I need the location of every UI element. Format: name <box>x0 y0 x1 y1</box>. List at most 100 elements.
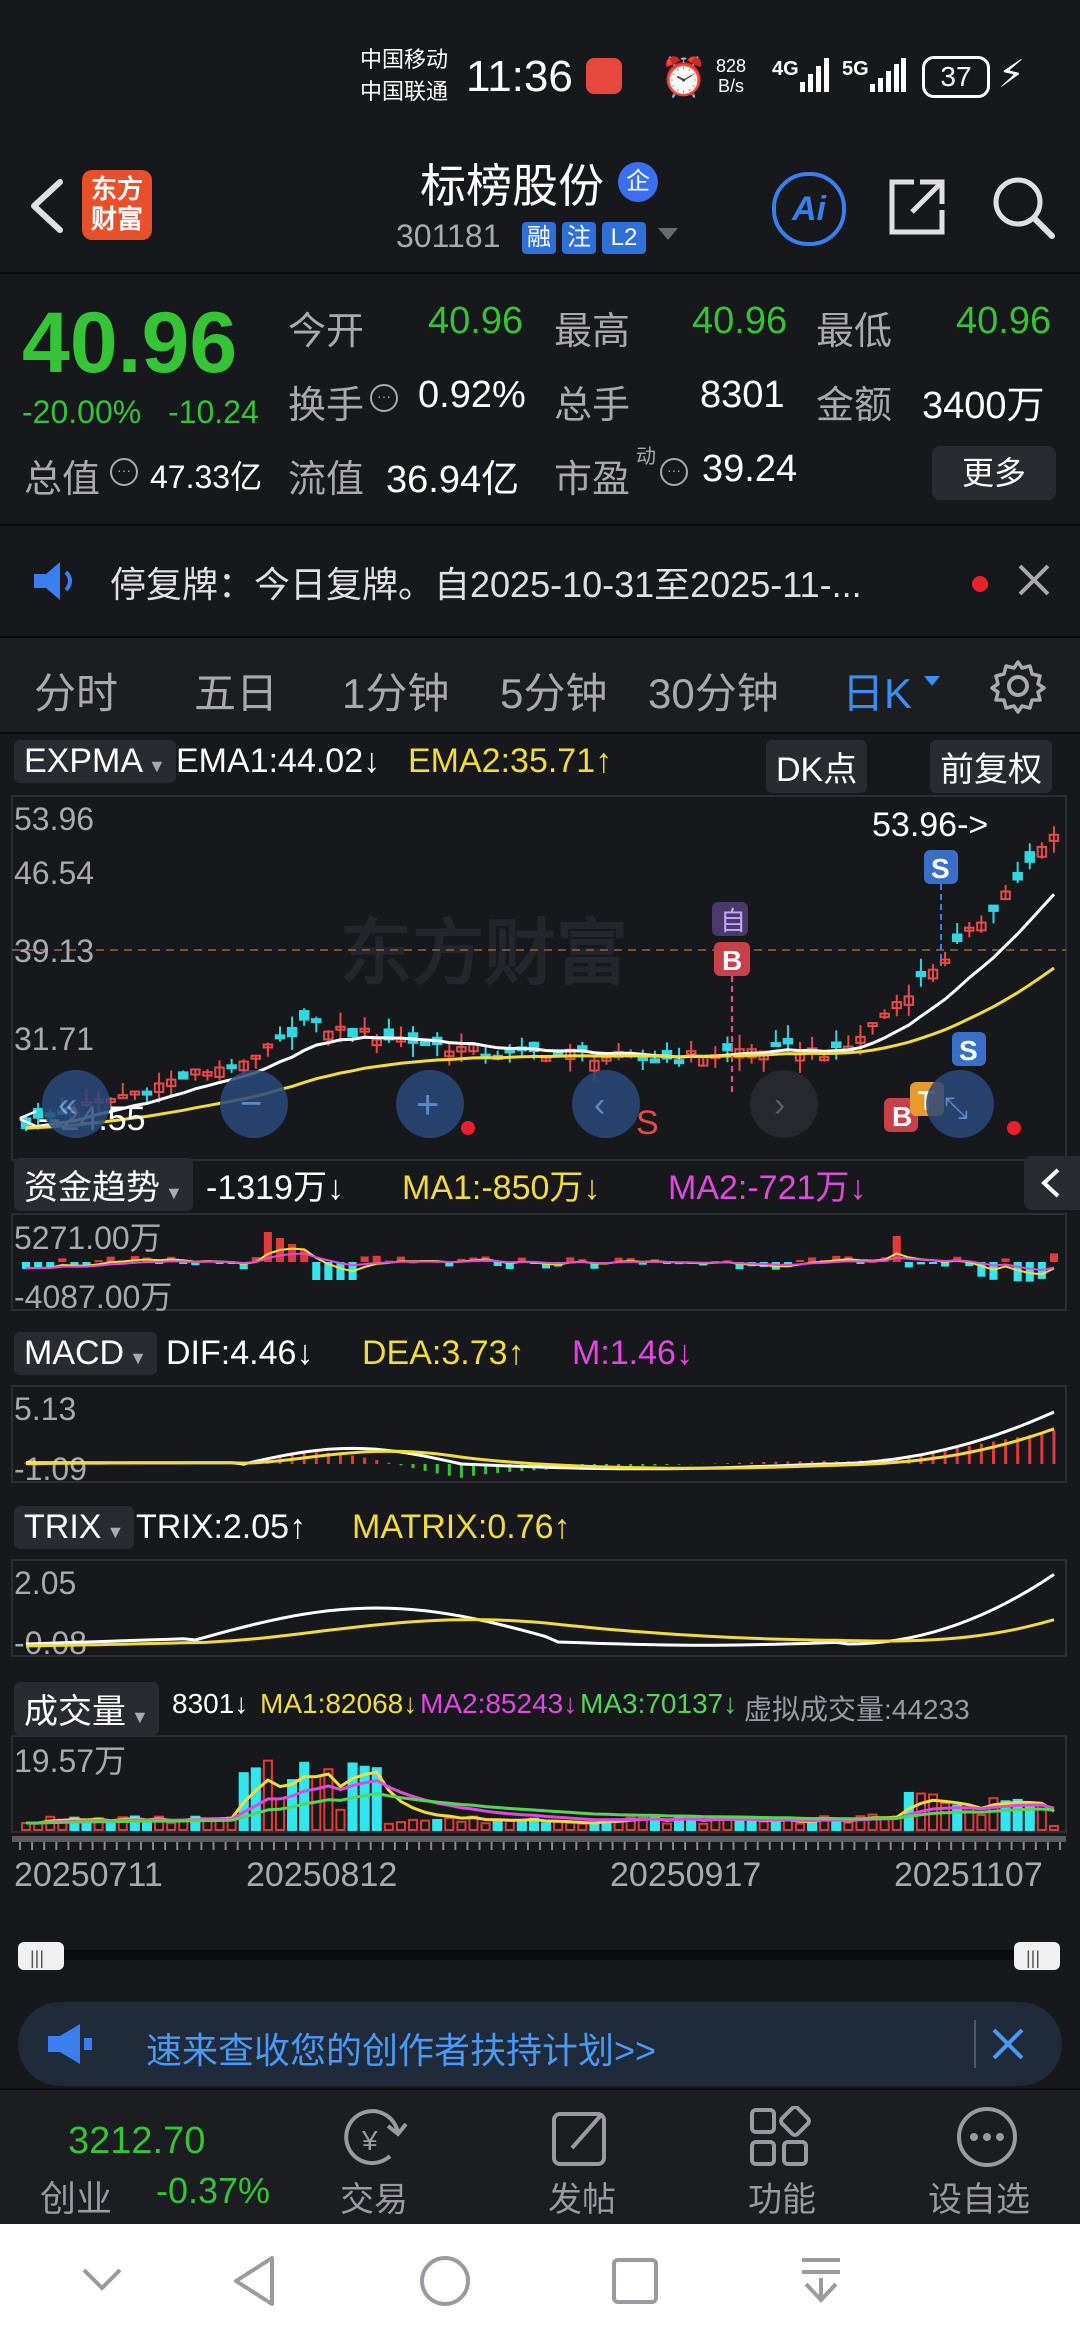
volume-ma3-line <box>26 1792 1055 1825</box>
float-cap-value: 36.94亿 <box>386 459 520 501</box>
kline-info-bar: EXPMA ▼ EMA1:44.02↓ EMA2:35.71↑ DK点 前复权 <box>0 736 1080 793</box>
dropdown-arrow-icon: ▼ <box>143 756 166 776</box>
trix-indicator-select[interactable]: TRIX ▼ <box>14 1506 135 1549</box>
nav-post[interactable]: 发帖 <box>526 2090 646 2226</box>
gear-icon[interactable] <box>990 658 1046 719</box>
dk-point-button[interactable]: DK点 <box>766 740 868 793</box>
fund-bar <box>1001 1258 1010 1262</box>
volume-bar <box>420 1819 431 1831</box>
index-name: 创业 <box>40 2178 113 2219</box>
info-icon[interactable]: ··· <box>660 458 688 486</box>
fund-indicator-select[interactable]: 资金趋势 ▼ <box>14 1158 193 1211</box>
candle-body <box>274 1034 286 1040</box>
tab-daily-k[interactable]: 日K <box>842 660 912 721</box>
nav-features[interactable]: 功能 <box>726 2090 846 2226</box>
date-label: 20250711 <box>14 1856 163 1894</box>
fund-bar <box>58 1258 67 1262</box>
candle-body <box>831 1041 842 1049</box>
chevron-down-icon[interactable] <box>656 224 680 249</box>
candle-body <box>649 1058 661 1064</box>
dif-line <box>26 1410 1055 1471</box>
search-icon[interactable] <box>988 172 1058 247</box>
volume-bar <box>274 1797 286 1831</box>
app-logo[interactable]: 东方 财富 <box>82 170 152 240</box>
info-icon[interactable]: ··· <box>370 384 398 412</box>
candle-body <box>298 1010 310 1021</box>
volume-bar <box>976 1813 987 1832</box>
watch-tag: 注 <box>562 222 596 254</box>
macd-dea: DEA:3.73↑ <box>362 1334 525 1372</box>
volume-bar <box>553 1820 564 1832</box>
volume-bar <box>988 1797 999 1832</box>
tab-intraday[interactable]: 分时 <box>34 660 118 721</box>
candle-body <box>951 933 963 943</box>
kline-indicator-select[interactable]: EXPMA ▼ <box>14 740 176 783</box>
close-icon[interactable] <box>1016 562 1052 603</box>
volume-bar <box>383 1822 394 1831</box>
volume-bar <box>105 1822 116 1831</box>
range-track[interactable] <box>20 1950 1060 1960</box>
promo-banner[interactable]: 速来查收您的创作者扶持计划>> <box>18 2002 1062 2086</box>
candle-body <box>1024 851 1036 863</box>
svg-text:|||: ||| <box>1026 1948 1040 1968</box>
unread-dot <box>972 576 988 592</box>
more-button[interactable]: 更多 <box>932 446 1056 500</box>
chart-area[interactable]: 东方财富 53.96 46.54 39.13 31.71 53.96-> <--… <box>0 790 1080 2090</box>
fund-y-top: 5271.00万 <box>14 1220 162 1256</box>
scroll-left-button[interactable] <box>572 1070 640 1138</box>
ai-button[interactable]: Ai <box>772 172 846 246</box>
candle-body <box>988 904 999 912</box>
volume-info-bar: 成交量 ▼ 8301↓ MA1:82068↓ MA2:85243↓ MA3:70… <box>0 1680 1080 1735</box>
info-icon[interactable]: ··· <box>110 458 138 486</box>
download-nav-icon[interactable] <box>796 2254 846 2313</box>
volume-bar <box>758 1820 769 1832</box>
fund-bar <box>916 1262 925 1265</box>
share-icon[interactable] <box>884 174 950 245</box>
volume-bar <box>395 1821 406 1832</box>
home-nav-icon[interactable] <box>418 2254 472 2313</box>
chevron-down-icon[interactable] <box>78 2260 126 2305</box>
quote-panel: 40.96 -20.00% -10.24 今开 40.96 最高 40.96 最… <box>0 272 1080 524</box>
volume-indicator-select[interactable]: 成交量 ▼ <box>14 1682 159 1735</box>
candle-body <box>311 1018 322 1024</box>
tab-30min[interactable]: 30分钟 <box>648 660 779 721</box>
network-5g: 5G <box>842 58 869 80</box>
battery-icon: 37 <box>922 56 990 98</box>
fund-bar <box>1049 1253 1058 1262</box>
back-button[interactable] <box>18 170 78 240</box>
high-label: 最高 <box>554 311 631 353</box>
macd-histogram <box>24 1430 1056 1478</box>
back-nav-icon[interactable] <box>230 2254 280 2313</box>
more-circle-icon <box>954 2104 1020 2175</box>
volume-bar <box>794 1822 806 1832</box>
recents-nav-icon[interactable] <box>610 2256 660 2311</box>
nav-add-watchlist[interactable]: 设自选 <box>918 2090 1058 2226</box>
ema1-readout: EMA1:44.02↓ <box>176 742 381 780</box>
dropdown-arrow-icon[interactable] <box>922 674 942 695</box>
volume-ma2: MA2:85243↓ <box>420 1688 578 1719</box>
nav-trade[interactable]: ¥ 交易 <box>318 2090 438 2226</box>
close-icon[interactable] <box>990 2026 1026 2067</box>
macd-m: M:1.46↓ <box>572 1334 693 1372</box>
macd-indicator-select[interactable]: MACD ▼ <box>14 1332 157 1375</box>
candle-body <box>178 1071 189 1080</box>
tab-five-day[interactable]: 五日 <box>194 660 278 721</box>
volume-bar <box>250 1767 261 1831</box>
fund-info-bar: 资金趋势 ▼ -1319万↓ MA1:-850万↓ MA2:-721万↓ <box>0 1156 1080 1211</box>
volume-value: 8301 <box>700 374 785 416</box>
notice-bar[interactable]: 停复牌：今日复牌。自2025-10-31至2025-11-... <box>0 524 1080 636</box>
pe-value: 39.24 <box>702 448 798 490</box>
candle-body <box>637 1056 649 1062</box>
volume-bar <box>335 1808 346 1832</box>
fund-bar <box>928 1262 938 1264</box>
volume-bar <box>141 1821 153 1831</box>
adjust-button[interactable]: 前复权 <box>930 740 1052 793</box>
signal-icon <box>800 58 830 99</box>
candle-body <box>347 1027 358 1038</box>
tab-5min[interactable]: 5分钟 <box>500 660 607 721</box>
volume-ma1: MA1:82068↓ <box>260 1688 418 1719</box>
collapse-panel-button[interactable] <box>1024 1156 1080 1210</box>
tab-1min[interactable]: 1分钟 <box>342 660 449 721</box>
index-ticker[interactable]: 3212.70 创业 -0.37% <box>0 2090 300 2226</box>
volume-bar <box>807 1821 818 1832</box>
